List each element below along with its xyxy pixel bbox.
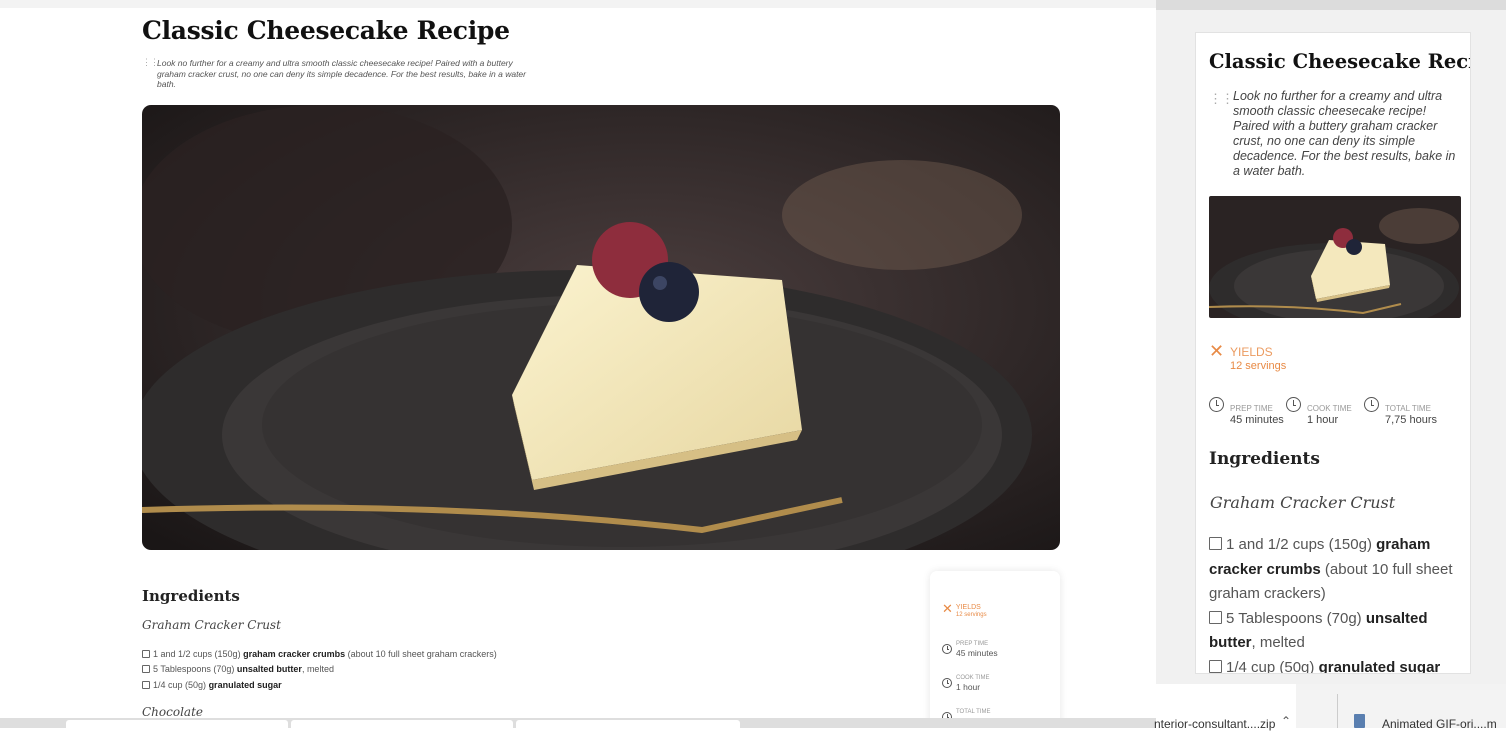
clock-icon [1209,397,1224,412]
page-title: Classic Cheesecake Recipe [142,16,510,45]
clock-icon [1286,397,1301,412]
ingredients-heading: Ingredients [142,587,240,605]
download-item[interactable]: nterior-consultant....zip ⌃ [1154,684,1296,731]
clock-icon [942,644,952,654]
utensils-icon: ✕ [942,601,953,616]
preview-times: PREP TIME 45 minutes COOK TIME 1 hour TO… [1209,397,1459,429]
clock-icon [942,678,952,688]
ingredient-checkbox[interactable] [1209,610,1222,624]
download-divider [1337,694,1338,728]
utensils-icon: ✕ [1209,341,1225,361]
yields-info: ✕ YIELDS 12 servings [942,601,987,618]
download-item[interactable] [291,720,513,728]
recipe-info-card: ✕ YIELDS 12 servings PREP TIME 45 minute… [930,571,1060,718]
clock-icon [1364,397,1379,412]
file-icon [1354,714,1365,728]
ingredient-checkbox[interactable] [142,665,150,674]
download-filename: nterior-consultant....zip [1154,717,1276,731]
list-item: 5 Tablespoons (70g) unsalted butter, mel… [142,662,497,678]
preview-description: Look no further for a creamy and ultra s… [1233,89,1456,178]
chocolate-section-title: Chocolate [142,705,203,718]
total-time-info: TOTAL TIME 7,75 hours [942,709,996,718]
cook-time-info: COOK TIME 1 hour [942,675,990,692]
ingredient-list: 1 and 1/2 cups (150g) graham cracker cru… [142,646,497,693]
ingredient-checkbox[interactable] [1209,659,1222,673]
chevron-up-icon[interactable]: ⌃ [1281,714,1291,728]
preview-panel-top-strip [1156,0,1506,10]
ingredient-checkbox[interactable] [142,680,150,689]
download-item[interactable] [516,720,740,728]
list-item: 5 Tablespoons (70g) unsalted butter, mel… [1209,609,1428,651]
preview-crust-section-title: Graham Cracker Crust [1210,493,1396,512]
recipe-preview-card: Classic Cheesecake Recipe ⋮⋮ Look no fur… [1195,32,1471,674]
download-bar [0,718,1156,728]
list-item: 1 and 1/2 cups (150g) graham cracker cru… [1209,536,1453,602]
recipe-description: Look no further for a creamy and ultra s… [157,58,526,89]
list-item: 1 and 1/2 cups (150g) graham cracker cru… [142,646,497,662]
preview-cheesecake-photo [1209,196,1461,318]
crust-section-title: Graham Cracker Crust [142,618,281,632]
prep-time-info: PREP TIME 45 minutes [942,641,998,658]
drag-handle-icon[interactable]: ⋮⋮ [142,57,159,68]
preview-title: Classic Cheesecake Recipe [1209,50,1470,73]
list-item: 1/4 cup (50g) granulated sugar [142,677,497,693]
preview-ingredients-heading: Ingredients [1209,449,1320,469]
drag-handle-icon[interactable]: ⋮⋮ [1209,91,1234,107]
list-item: 1/4 cup (50g) granulated sugar [1209,656,1464,673]
download-item[interactable] [66,720,288,728]
ingredient-checkbox[interactable] [1209,537,1222,550]
cheesecake-photo [142,105,1060,550]
ingredient-checkbox[interactable] [142,649,150,658]
preview-ingredient-list: 1 and 1/2 cups (150g) graham cracker cru… [1209,533,1464,673]
main-recipe-page: Classic Cheesecake Recipe ⋮⋮ Look no fur… [0,8,1156,718]
download-filename: Animated GIF-ori....m [1382,717,1497,731]
download-bar-right: nterior-consultant....zip ⌃ Animated GIF… [1154,684,1506,731]
download-item[interactable]: Animated GIF-ori....m [1352,684,1506,731]
